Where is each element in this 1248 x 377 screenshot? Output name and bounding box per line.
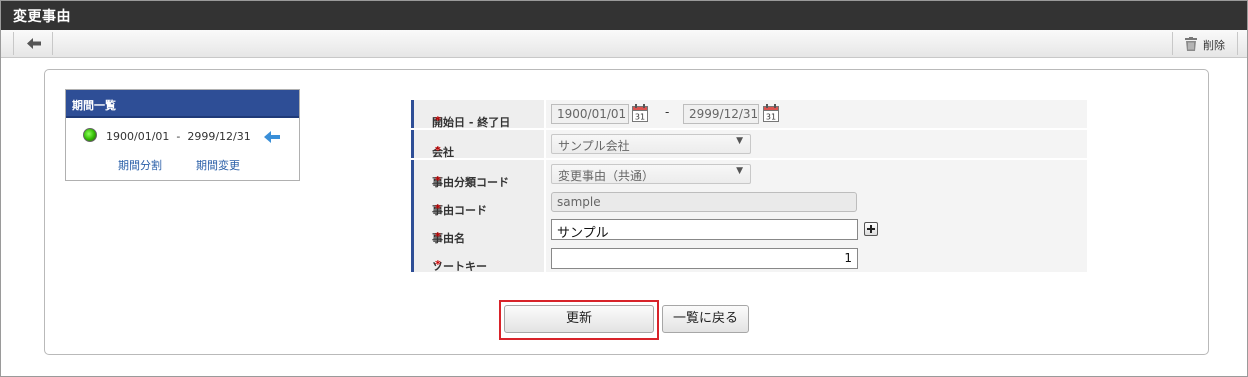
sort-key-input[interactable]: 1 [551, 248, 858, 269]
required-mark: * [435, 114, 441, 127]
form-row-reason-category: 事由分類コード * 変更事由（共通） ▼ [411, 160, 1087, 189]
reason-category-value: 変更事由（共通） [558, 169, 655, 183]
change-period-link[interactable]: 期間変更 [196, 157, 240, 173]
arrow-left-icon [264, 131, 280, 143]
period-list-title: 期間一覧 [72, 99, 116, 112]
reason-category-select[interactable]: 変更事由（共通） ▼ [551, 164, 751, 184]
form-value: sample [546, 188, 1087, 216]
period-list-header: 期間一覧 [66, 90, 299, 118]
form-value: 1 [546, 244, 1087, 272]
form-value: サンプル会社 ▼ [546, 130, 1087, 158]
end-date-field[interactable]: 2999/12/31 [683, 104, 759, 124]
required-mark: * [435, 202, 441, 215]
chevron-down-icon: ▼ [736, 166, 743, 176]
required-mark: * [435, 144, 441, 157]
period-list: 期間一覧 1900/01/01 - 2999/12/31 期間分割 期間変更 [65, 89, 300, 181]
company-value: サンプル会社 [558, 139, 630, 153]
required-mark: * [435, 174, 441, 187]
period-range[interactable]: 1900/01/01 - 2999/12/31 [106, 130, 251, 143]
active-status-icon [83, 128, 97, 142]
window: 変更事由 削除 期間一覧 1900/01/01 - 2999/12/31 期間分… [0, 0, 1248, 377]
split-period-link[interactable]: 期間分割 [118, 157, 162, 173]
back-button[interactable] [13, 32, 53, 55]
form-row-reason-code: 事由コード * sample [411, 188, 1087, 217]
form-label: ソートキー * [411, 244, 544, 273]
start-date-field[interactable]: 1900/01/01 [551, 104, 629, 124]
highlight-box [499, 300, 659, 340]
form-label: 事由コード * [411, 188, 544, 217]
svg-text:31: 31 [635, 113, 645, 122]
chevron-down-icon: ▼ [736, 136, 743, 146]
page-title: 変更事由 [13, 9, 71, 25]
reason-code-field: sample [551, 192, 857, 212]
reason-name-input[interactable]: サンプル [551, 219, 858, 240]
calendar-icon[interactable]: 31 [763, 104, 779, 122]
form-label: 事由名 * [411, 216, 544, 245]
required-mark: * [435, 230, 441, 243]
form-label: 事由分類コード * [411, 160, 544, 189]
delete-button[interactable]: 削除 [1172, 32, 1238, 55]
toolbar: 削除 [1, 30, 1247, 58]
form-row-period: 開始日 - 終了日 * 1900/01/01 31 - 2999/12/31 3… [411, 100, 1087, 129]
arrow-left-icon [27, 38, 41, 49]
form-label: 開始日 - 終了日 * [411, 100, 544, 129]
form-label: 会社 * [411, 130, 544, 159]
date-separator: - [665, 105, 670, 119]
calendar-icon[interactable]: 31 [632, 104, 648, 122]
title-bar: 変更事由 [1, 1, 1247, 30]
form-value: サンプル [546, 216, 1087, 244]
form-value: 1900/01/01 31 - 2999/12/31 31 [546, 100, 1087, 128]
back-to-list-button[interactable]: 一覧に戻る [662, 305, 749, 333]
company-select[interactable]: サンプル会社 ▼ [551, 134, 751, 154]
form-row-sort-key: ソートキー * 1 [411, 244, 1087, 273]
delete-label: 削除 [1203, 39, 1225, 52]
required-mark: * [435, 258, 441, 271]
svg-text:31: 31 [766, 113, 776, 122]
add-translation-button[interactable] [864, 222, 878, 236]
trash-icon [1185, 37, 1197, 51]
form-row-company: 会社 * サンプル会社 ▼ [411, 130, 1087, 159]
form-value: 変更事由（共通） ▼ [546, 160, 1087, 188]
form-row-reason-name: 事由名 * サンプル [411, 216, 1087, 245]
period-label: 開始日 - 終了日 [432, 116, 511, 129]
